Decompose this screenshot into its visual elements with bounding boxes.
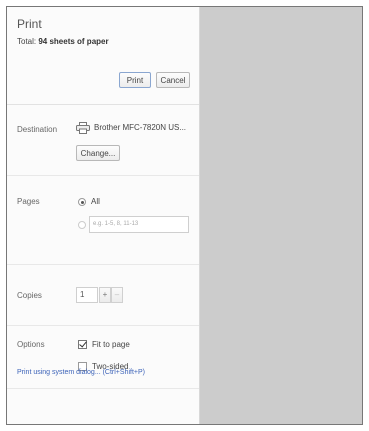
dialog-title: Print: [17, 17, 42, 31]
fit-to-page-label: Fit to page: [92, 340, 130, 349]
destination-label: Destination: [17, 125, 58, 134]
copies-label: Copies: [17, 291, 42, 300]
print-preview-area: [200, 7, 362, 424]
page-range-input[interactable]: e.g. 1-5, 8, 11-13: [89, 216, 189, 233]
destination-section: Destination Brother MFC-7820N US... Chan…: [7, 105, 199, 176]
fit-to-page-checkbox[interactable]: [78, 340, 87, 349]
printer-name: Brother MFC-7820N US...: [94, 123, 187, 132]
copies-decrement-button[interactable]: –: [111, 287, 123, 303]
print-button[interactable]: Print: [119, 72, 151, 88]
change-destination-button[interactable]: Change...: [76, 145, 120, 161]
pages-all-radio[interactable]: [78, 198, 86, 206]
print-header: Print Total: 94 sheets of paper Print Ca…: [7, 7, 199, 105]
pages-label: Pages: [17, 197, 40, 206]
pages-section: Pages All e.g. 1-5, 8, 11-13: [7, 176, 199, 265]
summary-value: 94 sheets of paper: [38, 37, 109, 46]
cancel-button[interactable]: Cancel: [156, 72, 190, 88]
pages-all-label: All: [91, 197, 100, 206]
options-section: Options Fit to page Two-sided: [7, 326, 199, 389]
copies-section: Copies 1 + –: [7, 265, 199, 326]
options-label: Options: [17, 340, 45, 349]
sheet-summary: Total: 94 sheets of paper: [17, 37, 109, 46]
copies-increment-button[interactable]: +: [99, 287, 111, 303]
print-settings-sidebar: Print Total: 94 sheets of paper Print Ca…: [7, 7, 200, 424]
pages-range-radio[interactable]: [78, 221, 86, 229]
system-dialog-link[interactable]: Print using system dialog... (Ctrl+Shift…: [17, 369, 145, 376]
print-dialog: Print Total: 94 sheets of paper Print Ca…: [6, 6, 363, 425]
copies-input[interactable]: 1: [76, 287, 98, 303]
summary-prefix: Total:: [17, 37, 39, 46]
printer-icon: [76, 122, 90, 134]
